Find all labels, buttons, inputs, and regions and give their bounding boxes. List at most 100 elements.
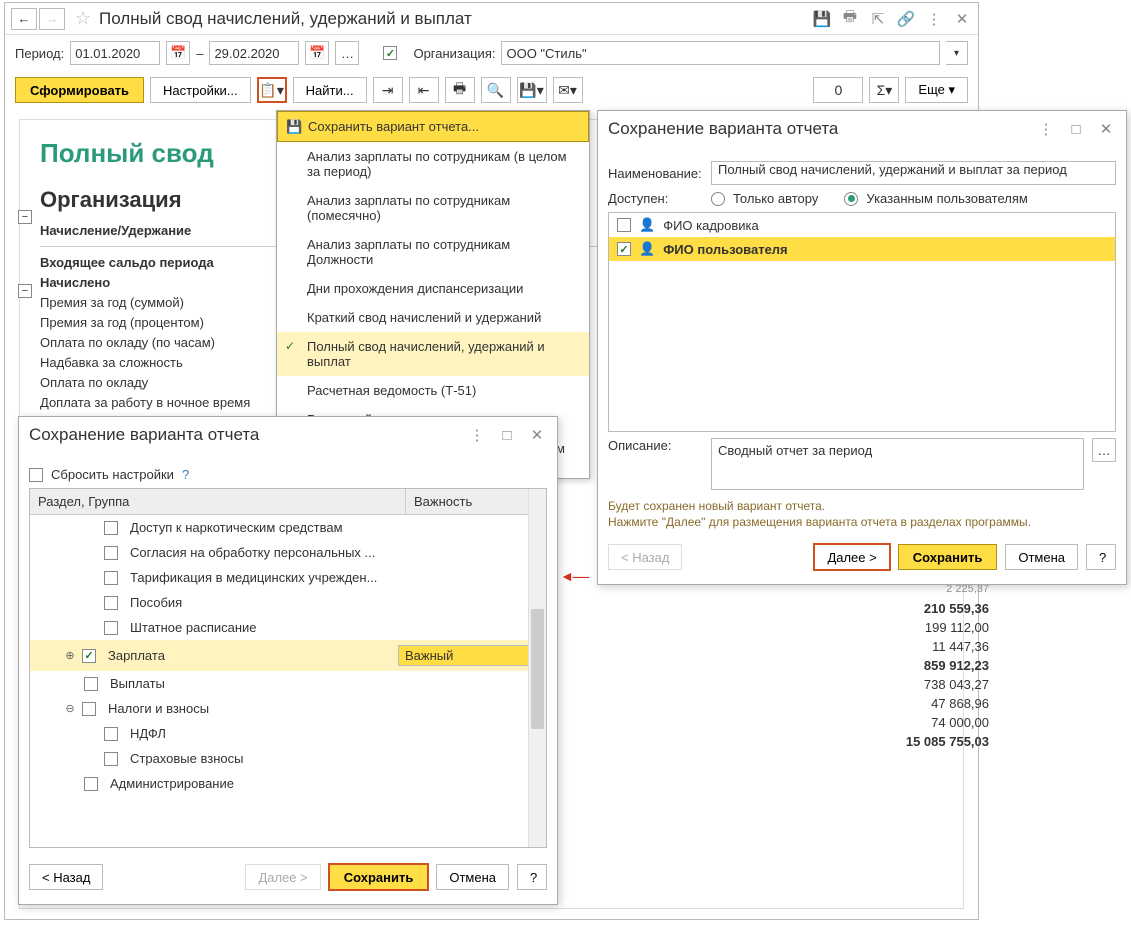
sum-button[interactable]: Σ▾ [869,77,899,103]
more-icon[interactable]: ⋮ [467,425,487,445]
next-button[interactable]: Далее > [814,544,889,570]
section-row[interactable]: Доступ к наркотическим средствам [30,515,546,540]
print-button[interactable]: 🖶 [445,77,475,103]
cancel-button[interactable]: Отмена [1005,544,1078,570]
period-row: Период: 01.01.2020 📅 – 29.02.2020 📅 … ✓ … [5,35,978,71]
tree-collapse-button[interactable]: − [18,210,32,224]
section-row[interactable]: Пособия [30,590,546,615]
reset-checkbox[interactable] [29,468,43,482]
save-disk-icon[interactable]: 💾 [812,9,832,29]
star-icon[interactable]: ☆ [73,9,93,29]
print-icon[interactable]: 🖶 [840,9,860,29]
help-button[interactable]: ? [1086,544,1116,570]
settings-button[interactable]: Настройки... [150,77,251,103]
menu-item[interactable]: Дни прохождения диспансеризации [277,274,589,303]
section-checkbox[interactable] [104,571,118,585]
form-button[interactable]: Сформировать [15,77,144,103]
importance-cell[interactable]: Важный [398,645,538,666]
collapse-icon[interactable]: ⊖ [64,703,76,715]
collapse-icon[interactable]: ⇤ [409,77,439,103]
section-row[interactable]: Тарификация в медицинских учрежден... [30,565,546,590]
section-row[interactable]: НДФЛ [30,721,546,746]
variants-dropdown-button[interactable]: 📋▾ [257,77,287,103]
section-checkbox[interactable]: ✓ [82,649,96,663]
more-icon[interactable]: ⋮ [924,9,944,29]
back-button[interactable]: < Назад [608,544,682,570]
tree-collapse-button-2[interactable]: − [18,284,32,298]
close-icon[interactable]: ✕ [527,425,547,445]
date-to-input[interactable]: 29.02.2020 [209,41,299,65]
help-link[interactable]: ? [182,467,189,482]
menu-item[interactable]: Анализ зарплаты по сотрудникам (помесячн… [277,186,589,230]
preview-button[interactable]: 🔍 [481,77,511,103]
expand-icon[interactable]: ⊕ [64,650,76,662]
menu-item[interactable]: Краткий свод начислений и удержаний [277,303,589,332]
link-icon[interactable]: 🔗 [896,9,916,29]
menu-item-current[interactable]: ✓ Полный свод начислений, удержаний и вы… [277,332,589,376]
user-checkbox[interactable]: ✓ [617,242,631,256]
mail-button[interactable]: ✉▾ [553,77,583,103]
section-checkbox[interactable] [104,596,118,610]
org-dropdown-button[interactable]: ▾ [946,41,968,65]
section-checkbox[interactable] [104,752,118,766]
calendar-from-button[interactable]: 📅 [166,41,190,65]
section-checkbox[interactable] [104,621,118,635]
user-row-selected[interactable]: ✓ 👤 ФИО пользователя [609,237,1115,261]
export-icon[interactable]: ⇱ [868,9,888,29]
person-icon: 👤 [639,241,655,257]
section-row[interactable]: Согласия на обработку персональных ... [30,540,546,565]
more-button[interactable]: Еще ▾ [905,77,968,103]
date-from-input[interactable]: 01.01.2020 [70,41,160,65]
org-input[interactable]: ООО "Стиль" [501,41,940,65]
expand-icon[interactable]: ⇥ [373,77,403,103]
value-cell: 11 447,36 [906,637,989,656]
section-checkbox[interactable] [104,521,118,535]
radio-users-label: Указанным пользователям [866,191,1027,206]
maximize-icon[interactable]: □ [497,425,517,445]
section-checkbox[interactable] [84,677,98,691]
radio-author[interactable] [711,192,725,206]
name-input[interactable]: Полный свод начислений, удержаний и выпл… [711,161,1116,185]
section-row[interactable]: ⊕✓ЗарплатаВажный [30,640,546,671]
help-button[interactable]: ? [517,864,547,890]
scrollbar[interactable] [528,489,546,847]
menu-item[interactable]: Расчетная ведомость (Т-51) [277,376,589,405]
next-button[interactable]: Далее > [245,864,320,890]
section-row[interactable]: Администрирование [30,771,546,796]
more-icon[interactable]: ⋮ [1036,119,1056,139]
dialog-title: Сохранение варианта отчета [608,119,1036,139]
calendar-to-button[interactable]: 📅 [305,41,329,65]
menu-item[interactable]: Анализ зарплаты по сотрудникам (в целом … [277,142,589,186]
section-checkbox[interactable] [82,702,96,716]
user-row[interactable]: 👤 ФИО кадровика [609,213,1115,237]
section-row[interactable]: Выплаты [30,671,546,696]
period-ellipsis-button[interactable]: … [335,41,359,65]
maximize-icon[interactable]: □ [1066,119,1086,139]
save-button[interactable]: Сохранить [329,864,429,890]
desc-ellipsis-button[interactable]: … [1092,438,1116,462]
radio-users[interactable] [844,192,858,206]
close-icon[interactable]: ✕ [1096,119,1116,139]
org-checkbox[interactable]: ✓ [383,46,397,60]
menu-save-variant[interactable]: 💾 Сохранить вариант отчета... [277,111,589,142]
scrollbar-thumb[interactable] [531,609,544,729]
save-variant-dialog-step2: Сохранение варианта отчета ⋮ □ ✕ Сбросит… [18,416,558,905]
back-button[interactable]: ← [11,8,37,30]
find-button[interactable]: Найти... [293,77,367,103]
zero-field[interactable]: 0 [813,77,863,103]
forward-button[interactable]: → [39,8,65,30]
section-checkbox[interactable] [84,777,98,791]
section-checkbox[interactable] [104,546,118,560]
section-row[interactable]: Страховые взносы [30,746,546,771]
cancel-button[interactable]: Отмена [436,864,509,890]
section-row[interactable]: Штатное расписание [30,615,546,640]
back-button[interactable]: < Назад [29,864,103,890]
save-button[interactable]: Сохранить [898,544,998,570]
section-row[interactable]: ⊖Налоги и взносы [30,696,546,721]
desc-input[interactable]: Сводный отчет за период [711,438,1084,490]
user-checkbox[interactable] [617,218,631,232]
section-checkbox[interactable] [104,727,118,741]
save-button[interactable]: 💾▾ [517,77,547,103]
menu-item[interactable]: Анализ зарплаты по сотрудникам Должности [277,230,589,274]
close-icon[interactable]: ✕ [952,9,972,29]
